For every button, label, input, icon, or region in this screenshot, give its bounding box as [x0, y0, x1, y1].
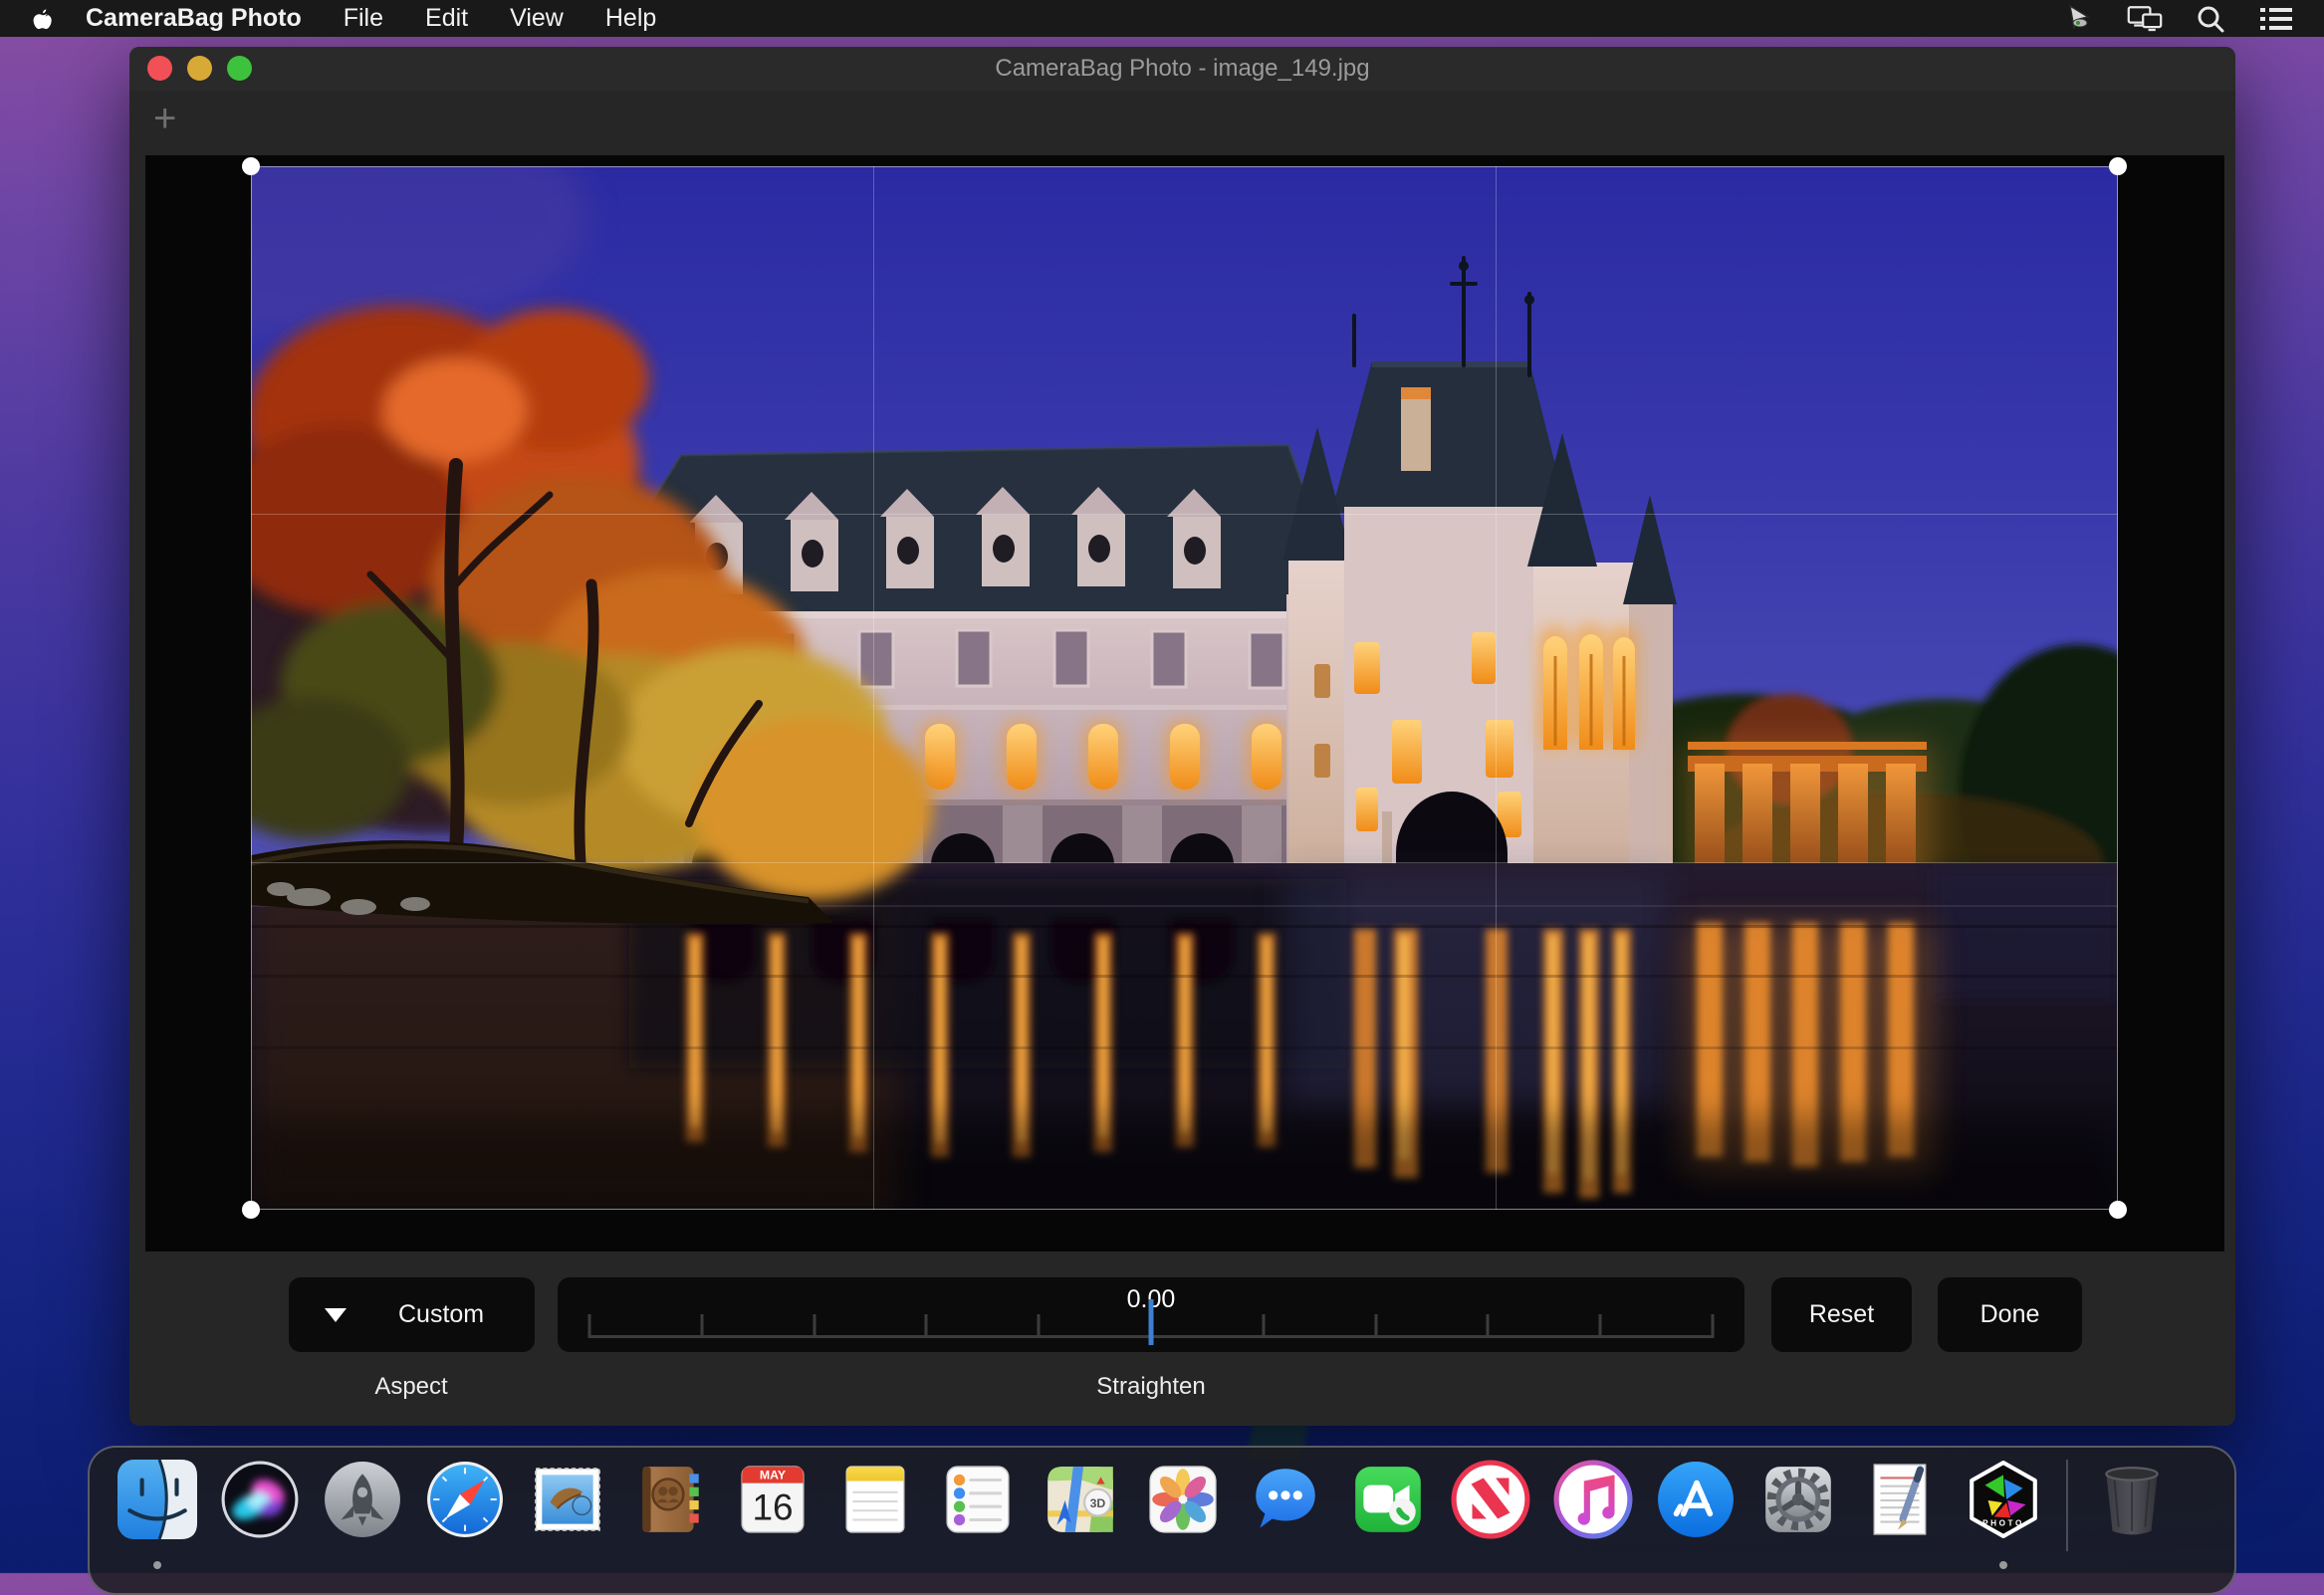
app-store-icon: [1656, 1460, 1736, 1539]
window-title-bar[interactable]: CameraBag Photo - image_149.jpg: [129, 47, 2235, 91]
calendar-icon: MAY 16: [733, 1460, 813, 1539]
ruler-tick: [1487, 1314, 1490, 1338]
dock-item-photos[interactable]: [1131, 1460, 1234, 1559]
crop-grid-line: [251, 514, 2118, 515]
messages-icon: [1246, 1460, 1325, 1539]
aspect-value: Custom: [398, 1300, 484, 1329]
crop-grid-line: [873, 166, 874, 1210]
apple-menu-icon[interactable]: [30, 6, 56, 32]
photos-icon: [1143, 1460, 1223, 1539]
ruler-tick: [925, 1314, 928, 1338]
dock-item-trash[interactable]: [2080, 1460, 2183, 1559]
dock-separator: [2054, 1460, 2080, 1559]
notes-icon: [835, 1460, 915, 1539]
dock-item-contacts[interactable]: [618, 1460, 721, 1559]
dock-item-textedit[interactable]: [1849, 1460, 1952, 1559]
finder-icon: [117, 1460, 197, 1539]
crop-grid-line: [251, 862, 2118, 863]
running-indicator: [153, 1561, 161, 1569]
dock-item-finder[interactable]: [106, 1460, 208, 1559]
spotlight-search-icon[interactable]: [2193, 4, 2228, 34]
ruler-tick: [1374, 1314, 1377, 1338]
add-tab-button[interactable]: +: [153, 99, 176, 138]
menu-item-edit[interactable]: Edit: [425, 4, 468, 33]
siri-icon: [220, 1460, 300, 1539]
straighten-label: Straighten: [1096, 1373, 1205, 1401]
dock-item-camerabag-photo[interactable]: PHOTO: [1952, 1460, 2054, 1559]
launchpad-icon: [323, 1460, 402, 1539]
ruler-tick: [1712, 1314, 1715, 1338]
camerabag-photo-label: PHOTO: [1982, 1519, 2024, 1528]
ruler-tick: [1038, 1314, 1041, 1338]
menu-item-help[interactable]: Help: [605, 4, 656, 33]
dock-item-messages[interactable]: [1234, 1460, 1336, 1559]
safari-icon: [425, 1460, 505, 1539]
facetime-icon: [1348, 1460, 1428, 1539]
dock-item-app-store[interactable]: [1644, 1460, 1746, 1559]
ruler-tick: [1262, 1314, 1265, 1338]
camerabag-window: CameraBag Photo - image_149.jpg +: [129, 47, 2235, 1426]
screen-mirroring-icon[interactable]: [2127, 4, 2163, 34]
maps-3d-badge: 3D: [1089, 1496, 1105, 1510]
running-indicator: [1999, 1561, 2007, 1569]
menu-bar: CameraBag Photo File Edit View Help: [0, 0, 2324, 37]
crop-grid-line: [1496, 166, 1497, 1210]
system-preferences-icon: [1758, 1460, 1838, 1539]
dock-item-notes[interactable]: [823, 1460, 926, 1559]
window-title: CameraBag Photo - image_149.jpg: [129, 55, 2235, 83]
maps-icon: 3D: [1041, 1460, 1120, 1539]
mail-icon: [528, 1460, 607, 1539]
dock-item-siri[interactable]: [208, 1460, 311, 1559]
ruler-tick: [588, 1314, 591, 1338]
dock-item-reminders[interactable]: [926, 1460, 1029, 1559]
dock-item-facetime[interactable]: [1336, 1460, 1439, 1559]
reminders-icon: [938, 1460, 1018, 1539]
dock-item-mail[interactable]: [516, 1460, 618, 1559]
ruler-tick: [700, 1314, 703, 1338]
trash-icon: [2092, 1460, 2172, 1539]
camerabag-photo-icon: PHOTO: [1964, 1460, 2043, 1539]
aspect-label: Aspect: [374, 1373, 447, 1401]
calendar-month: MAY: [759, 1468, 785, 1481]
dock-item-safari[interactable]: [413, 1460, 516, 1559]
reset-label: Reset: [1809, 1300, 1874, 1329]
straighten-slider[interactable]: 0.00: [558, 1277, 1744, 1352]
news-icon: [1451, 1460, 1530, 1539]
crop-handle-bottom-right[interactable]: [2109, 1201, 2127, 1219]
done-label: Done: [1980, 1300, 2040, 1329]
itunes-icon: [1553, 1460, 1633, 1539]
notification-list-icon[interactable]: [2258, 4, 2294, 34]
contacts-icon: [630, 1460, 710, 1539]
crop-handle-bottom-left[interactable]: [242, 1201, 260, 1219]
dock-item-itunes[interactable]: [1541, 1460, 1644, 1559]
crop-handle-top-left[interactable]: [242, 157, 260, 175]
menu-app-name[interactable]: CameraBag Photo: [86, 4, 302, 33]
desktop: { "menu_bar": { "app_name": "CameraBag P…: [0, 0, 2324, 1573]
dock-item-launchpad[interactable]: [311, 1460, 413, 1559]
reset-button[interactable]: Reset: [1771, 1277, 1912, 1352]
textedit-icon: [1861, 1460, 1941, 1539]
ruler-tick: [1599, 1314, 1602, 1338]
dock-item-calendar[interactable]: MAY 16: [721, 1460, 823, 1559]
done-button[interactable]: Done: [1938, 1277, 2082, 1352]
remote-cursor-icon[interactable]: [2061, 4, 2097, 34]
menu-item-view[interactable]: View: [510, 4, 564, 33]
ruler-tick: [813, 1314, 815, 1338]
crop-handle-top-right[interactable]: [2109, 157, 2127, 175]
menu-item-file[interactable]: File: [344, 4, 383, 33]
dock-item-maps[interactable]: 3D: [1029, 1460, 1131, 1559]
straighten-marker[interactable]: [1149, 1299, 1154, 1345]
chevron-down-icon: [325, 1308, 347, 1322]
photo-crop-area[interactable]: [251, 166, 2118, 1210]
chateau-photo: [251, 166, 2118, 1210]
photo-canvas: [145, 155, 2224, 1252]
dock-item-news[interactable]: [1439, 1460, 1541, 1559]
aspect-dropdown[interactable]: Custom: [289, 1277, 535, 1352]
calendar-day: 16: [752, 1487, 793, 1528]
dock-item-system-preferences[interactable]: [1746, 1460, 1849, 1559]
